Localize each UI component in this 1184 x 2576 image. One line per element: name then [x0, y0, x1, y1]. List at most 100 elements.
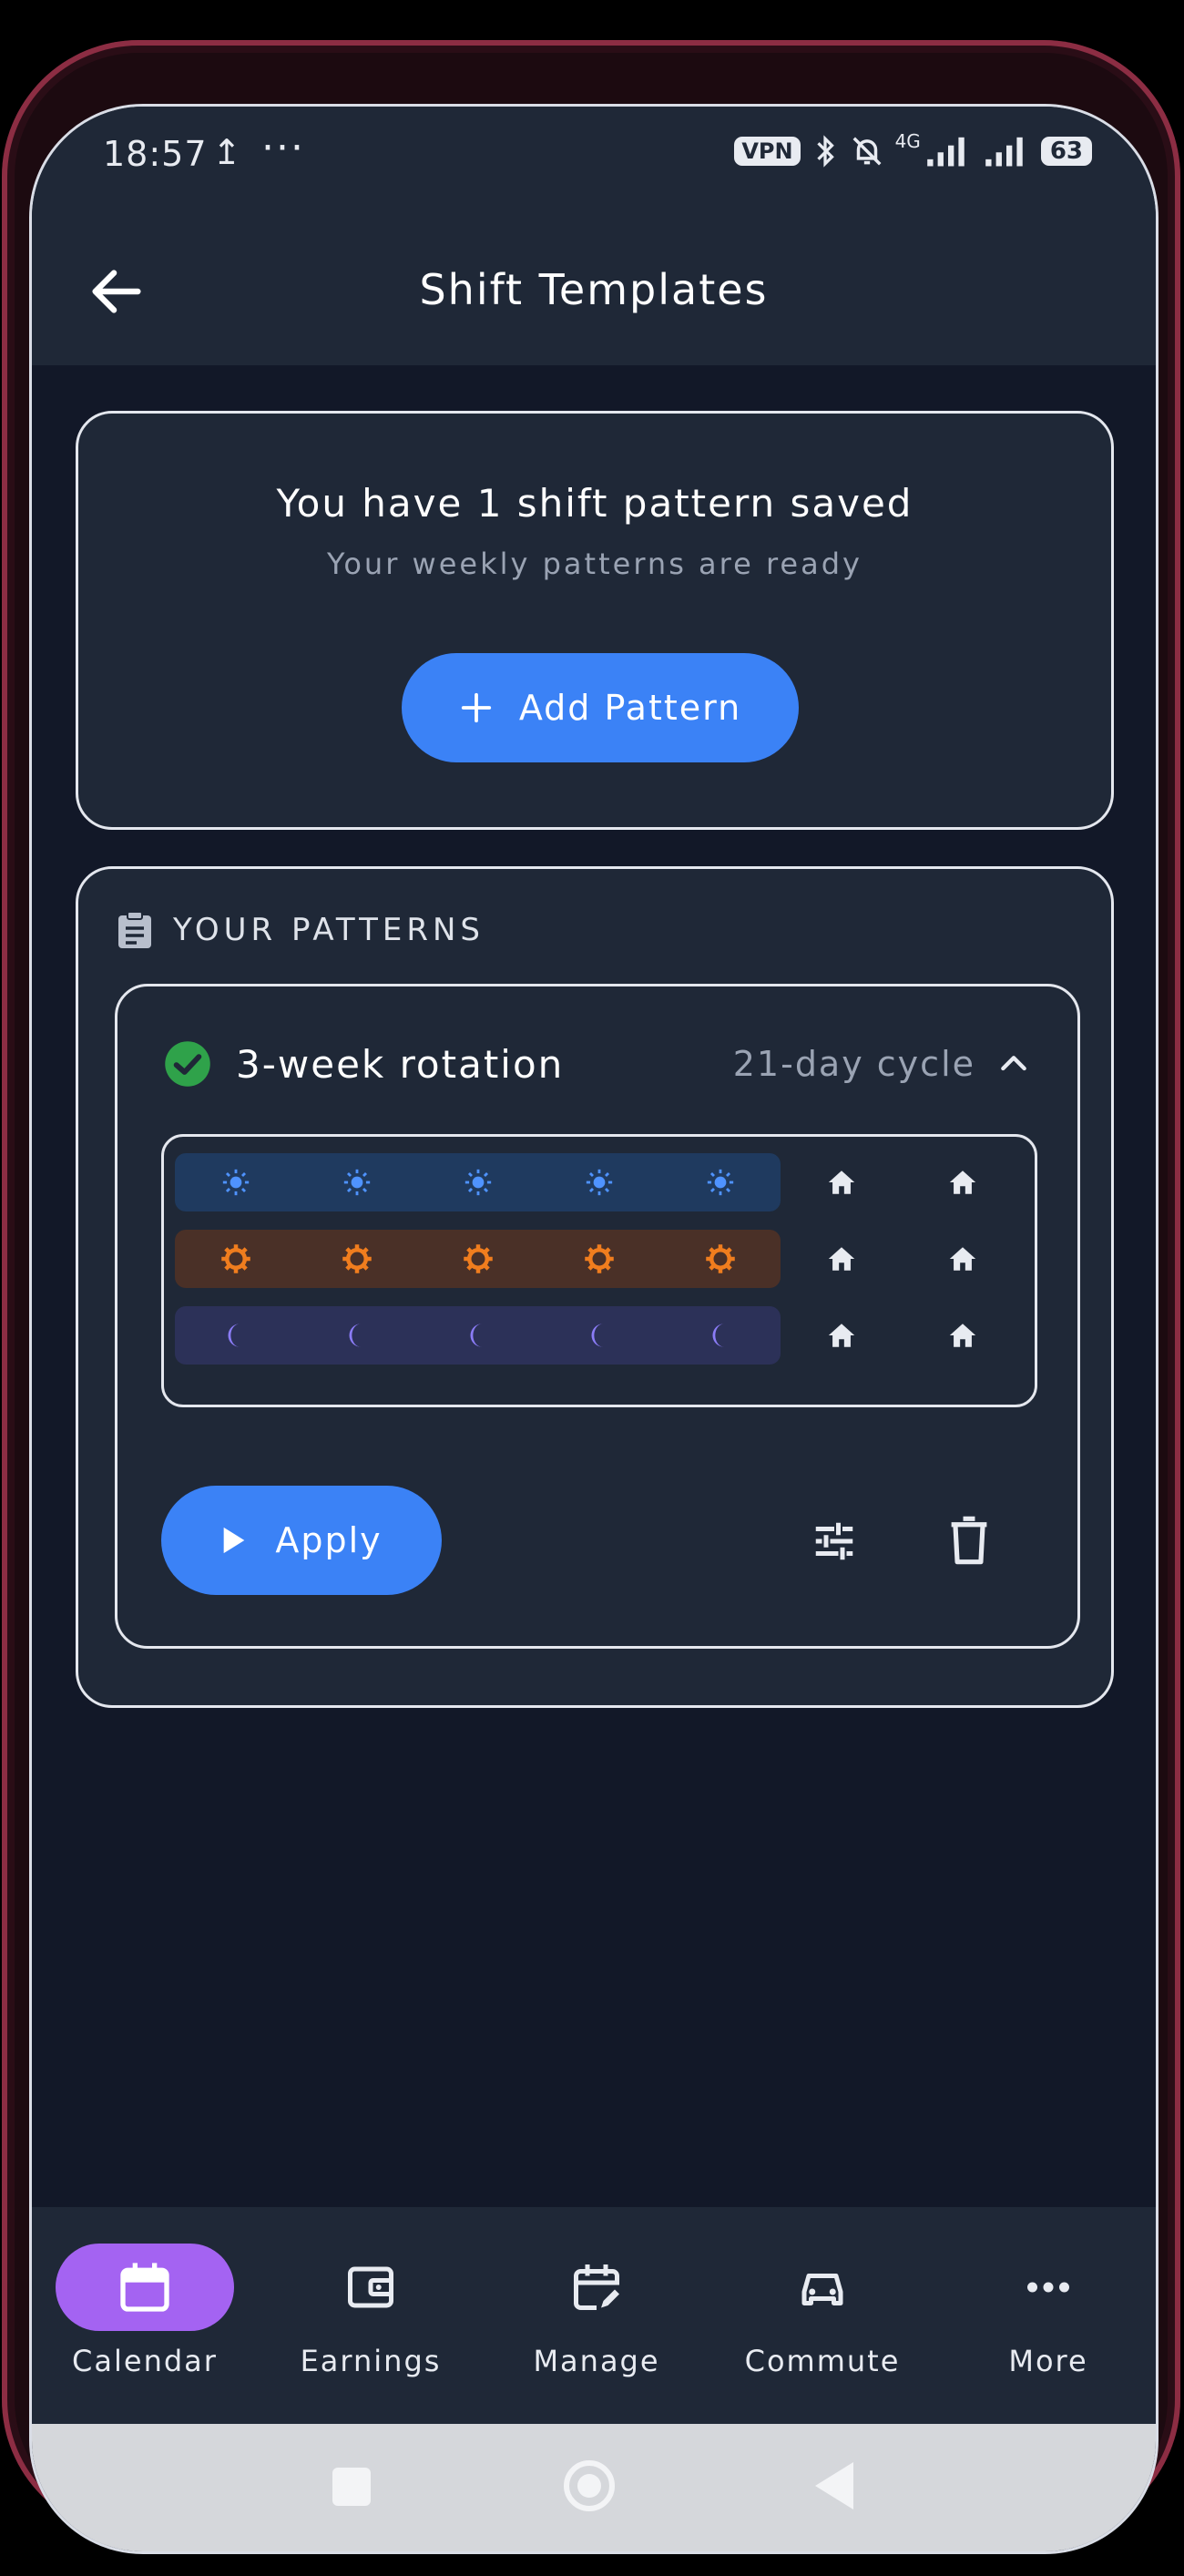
nav-indicator — [959, 2244, 1138, 2331]
sun-gear-icon — [584, 1244, 614, 1273]
sun-gear-icon — [342, 1244, 372, 1273]
home-icon — [949, 1324, 975, 1347]
bluetooth-icon — [816, 135, 834, 168]
sun-icon — [464, 1169, 491, 1196]
pattern-item[interactable]: 3-week rotation 21-day cycle Apply — [115, 984, 1080, 1649]
day-cell-mid — [175, 1230, 296, 1288]
signal-icon — [927, 137, 965, 167]
moon-icon — [711, 1324, 724, 1347]
day-cell-mid — [296, 1230, 417, 1288]
app-bar: Shift Templates — [32, 225, 1156, 365]
check-circle-icon — [165, 1041, 210, 1087]
vpn-badge: VPN — [734, 137, 801, 166]
nav-indicator — [507, 2244, 686, 2331]
home-icon — [949, 1170, 975, 1194]
pattern-week-row — [175, 1230, 1023, 1288]
section-heading-label: YOUR PATTERNS — [173, 912, 485, 948]
section-heading: YOUR PATTERNS — [117, 910, 485, 950]
system-navigation-bar — [32, 2424, 1156, 2551]
recents-button[interactable] — [332, 2468, 371, 2506]
add-pattern-button[interactable]: Add Pattern — [402, 653, 799, 762]
system-back-button[interactable] — [815, 2462, 853, 2510]
home-icon — [828, 1247, 854, 1271]
day-cell-night — [175, 1306, 296, 1365]
day-cell-day — [538, 1153, 659, 1211]
add-pattern-label: Add Pattern — [518, 688, 742, 728]
day-cell-day — [296, 1153, 417, 1211]
nav-item-manage[interactable]: Manage — [487, 2244, 706, 2378]
play-icon — [224, 1527, 245, 1554]
sun-icon — [707, 1169, 733, 1196]
more-notifications-icon: ··· — [261, 125, 305, 171]
day-cell-off — [902, 1153, 1023, 1211]
sun-icon — [586, 1169, 612, 1196]
apply-label: Apply — [275, 1520, 383, 1560]
nav-label: More — [1008, 2344, 1088, 2378]
screen: 18:57 ↥ ··· VPN 4G 63 Shift Templates Yo… — [29, 104, 1158, 2554]
nav-item-commute[interactable]: Commute — [713, 2244, 932, 2378]
nav-item-earnings[interactable]: Earnings — [261, 2244, 480, 2378]
nav-indicator — [733, 2244, 912, 2331]
nav-label: Calendar — [72, 2344, 218, 2378]
day-cell-night — [659, 1306, 781, 1365]
chevron-up-icon[interactable] — [995, 1046, 1032, 1082]
bottom-navigation: Calendar Earnings Manage Commute More — [32, 2207, 1156, 2424]
sun-icon — [222, 1169, 249, 1196]
pattern-header[interactable]: 3-week rotation 21-day cycle — [163, 1032, 1032, 1096]
trash-icon[interactable] — [944, 1515, 994, 1566]
sun-gear-icon — [220, 1244, 250, 1273]
phone-frame: 18:57 ↥ ··· VPN 4G 63 Shift Templates Yo… — [2, 40, 1180, 2554]
tune-icon[interactable] — [810, 1517, 859, 1566]
day-cell-mid — [538, 1230, 659, 1288]
pattern-grid — [161, 1134, 1037, 1407]
day-cell-day — [175, 1153, 296, 1211]
home-button[interactable] — [564, 2460, 615, 2511]
pattern-week-row — [175, 1306, 1023, 1365]
nav-indicator — [56, 2244, 234, 2331]
home-icon — [949, 1247, 975, 1271]
day-cell-night — [417, 1306, 538, 1365]
apply-button[interactable]: Apply — [161, 1486, 442, 1595]
page-title: Shift Templates — [419, 265, 769, 314]
moon-icon — [348, 1324, 361, 1347]
day-cell-day — [659, 1153, 781, 1211]
day-cell-mid — [659, 1230, 781, 1288]
sun-icon — [343, 1169, 370, 1196]
day-cell-night — [296, 1306, 417, 1365]
day-cell-off — [902, 1230, 1023, 1288]
status-icons: VPN 4G 63 — [734, 130, 1092, 169]
day-cell-off — [781, 1306, 902, 1365]
cycle-length: 21-day cycle — [732, 1044, 975, 1084]
calendar-icon — [120, 2263, 169, 2312]
status-bar: 18:57 ↥ ··· VPN 4G 63 — [32, 107, 1156, 225]
plus-icon — [461, 692, 491, 723]
nav-item-more[interactable]: More — [939, 2244, 1156, 2378]
more-icon — [1027, 2282, 1069, 2293]
edit-calendar-icon — [574, 2264, 619, 2310]
sun-gear-icon — [463, 1244, 493, 1273]
nav-label: Commute — [744, 2344, 901, 2378]
nav-item-calendar[interactable]: Calendar — [36, 2244, 254, 2378]
clipboard-icon — [118, 911, 151, 948]
home-icon — [828, 1170, 854, 1194]
home-icon — [828, 1324, 854, 1347]
car-icon — [801, 2274, 843, 2305]
summary-title: You have 1 shift pattern saved — [276, 481, 914, 526]
moon-icon — [227, 1324, 240, 1347]
day-cell-off — [781, 1153, 902, 1211]
summary-card: You have 1 shift pattern saved Your week… — [76, 411, 1114, 830]
day-cell-mid — [417, 1230, 538, 1288]
signal-icon-2 — [985, 137, 1023, 167]
day-cell-off — [902, 1306, 1023, 1365]
day-cell-night — [538, 1306, 659, 1365]
wallet-icon — [348, 2266, 393, 2308]
moon-icon — [469, 1324, 482, 1347]
upload-icon: ↥ — [212, 132, 241, 172]
network-type: 4G — [894, 130, 921, 152]
day-cell-off — [781, 1230, 902, 1288]
nav-label: Manage — [533, 2344, 660, 2378]
nav-label: Earnings — [300, 2344, 442, 2378]
status-time: 18:57 — [103, 134, 208, 174]
sun-gear-icon — [705, 1244, 735, 1273]
patterns-card: YOUR PATTERNS 3-week rotation 21-day cyc… — [76, 866, 1114, 1708]
